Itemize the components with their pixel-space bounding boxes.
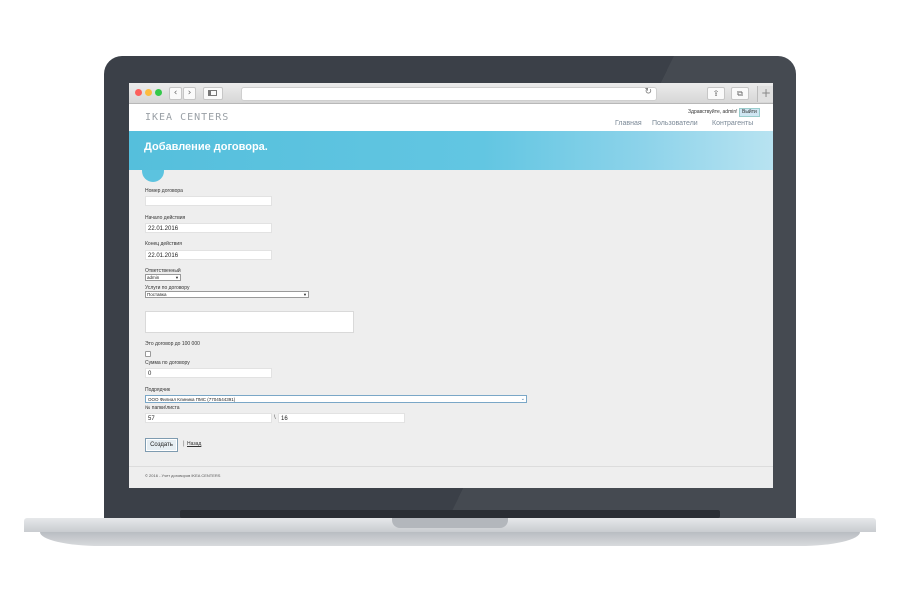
site-logo[interactable]: IKEA CENTERS bbox=[145, 112, 229, 123]
reload-icon[interactable]: ↻ bbox=[644, 87, 652, 97]
new-tab-icon[interactable]: + bbox=[757, 86, 773, 102]
chevron-down-icon: ▼ bbox=[175, 275, 179, 280]
page-banner: Добавление договора. bbox=[129, 131, 773, 170]
contract-number-label: Номер договора bbox=[145, 188, 183, 194]
services-select-value: Поставка bbox=[147, 292, 167, 297]
services-select[interactable]: Поставка ▼ bbox=[145, 291, 309, 298]
footer-copyright: © 2016 - Учет договоров IKEA CENTERS bbox=[145, 473, 221, 478]
start-date-input[interactable]: 22.01.2016 bbox=[145, 223, 272, 233]
responsible-select-value: admin bbox=[147, 275, 160, 280]
folder-sheet-separator: \ bbox=[274, 415, 276, 421]
web-page: IKEA CENTERS Здравствуйте, admin! Выйти … bbox=[129, 104, 773, 488]
share-icon[interactable]: ⇪ bbox=[707, 87, 725, 100]
page-title: Добавление договора. bbox=[144, 141, 268, 153]
nav-link-home[interactable]: Главная bbox=[615, 120, 642, 127]
user-greeting: Здравствуйте, admin! bbox=[688, 109, 738, 115]
back-arrow-icon[interactable]: ‹ bbox=[169, 87, 182, 100]
amount-label: Сумма по договору bbox=[145, 360, 190, 366]
under-100k-checkbox[interactable] bbox=[145, 351, 151, 357]
amount-input[interactable]: 0 bbox=[145, 368, 272, 378]
responsible-select[interactable]: admin ▼ bbox=[145, 274, 181, 281]
sidebar-toggle-icon[interactable] bbox=[203, 87, 223, 100]
create-button[interactable]: Создать bbox=[145, 438, 178, 452]
end-date-input[interactable]: 22.01.2016 bbox=[145, 250, 272, 260]
forward-arrow-icon[interactable]: › bbox=[183, 87, 196, 100]
services-textarea[interactable] bbox=[145, 311, 354, 333]
end-date-label: Конец действия bbox=[145, 241, 182, 247]
nav-link-contractors[interactable]: Контрагенты bbox=[712, 120, 753, 127]
folder-number-input[interactable]: 57 bbox=[145, 413, 272, 423]
folder-sheet-label: № папки\листа bbox=[145, 405, 180, 411]
minimize-window-button[interactable] bbox=[145, 89, 152, 96]
start-date-label: Начало действия bbox=[145, 215, 186, 221]
action-separator: | bbox=[183, 441, 185, 447]
contract-number-input[interactable] bbox=[145, 196, 272, 206]
nav-link-users[interactable]: Пользователи bbox=[652, 120, 698, 127]
laptop-hinge bbox=[180, 510, 720, 518]
contractor-label: Подрядчик bbox=[145, 387, 171, 393]
laptop-notch bbox=[392, 518, 508, 528]
logout-button[interactable]: Выйти bbox=[739, 108, 760, 117]
under-100k-label: Это договор до 100 000 bbox=[145, 341, 200, 347]
tabs-overview-icon[interactable]: ⧉ bbox=[731, 87, 749, 100]
contractor-select[interactable]: ООО Филиал Клиника ПМС (7704544391) ⌄ bbox=[145, 395, 527, 403]
close-window-button[interactable] bbox=[135, 89, 142, 96]
laptop-base-bottom bbox=[40, 532, 860, 546]
contractor-select-value: ООО Филиал Клиника ПМС (7704544391) bbox=[148, 397, 236, 402]
address-bar[interactable]: ↻ bbox=[241, 87, 657, 101]
chevron-down-icon: ⌄ bbox=[520, 396, 525, 402]
footer-divider bbox=[129, 466, 773, 467]
sheet-number-input[interactable]: 16 bbox=[278, 413, 405, 423]
site-header: IKEA CENTERS Здравствуйте, admin! Выйти … bbox=[129, 104, 773, 131]
back-link[interactable]: Назад bbox=[187, 441, 201, 447]
chevron-down-icon: ▼ bbox=[303, 292, 307, 297]
laptop-screen: ‹ › ↻ ⇪ ⧉ + IKEA CENTERS Здравствуйте, a… bbox=[129, 83, 773, 488]
zoom-window-button[interactable] bbox=[155, 89, 162, 96]
browser-toolbar: ‹ › ↻ ⇪ ⧉ + bbox=[129, 83, 773, 104]
